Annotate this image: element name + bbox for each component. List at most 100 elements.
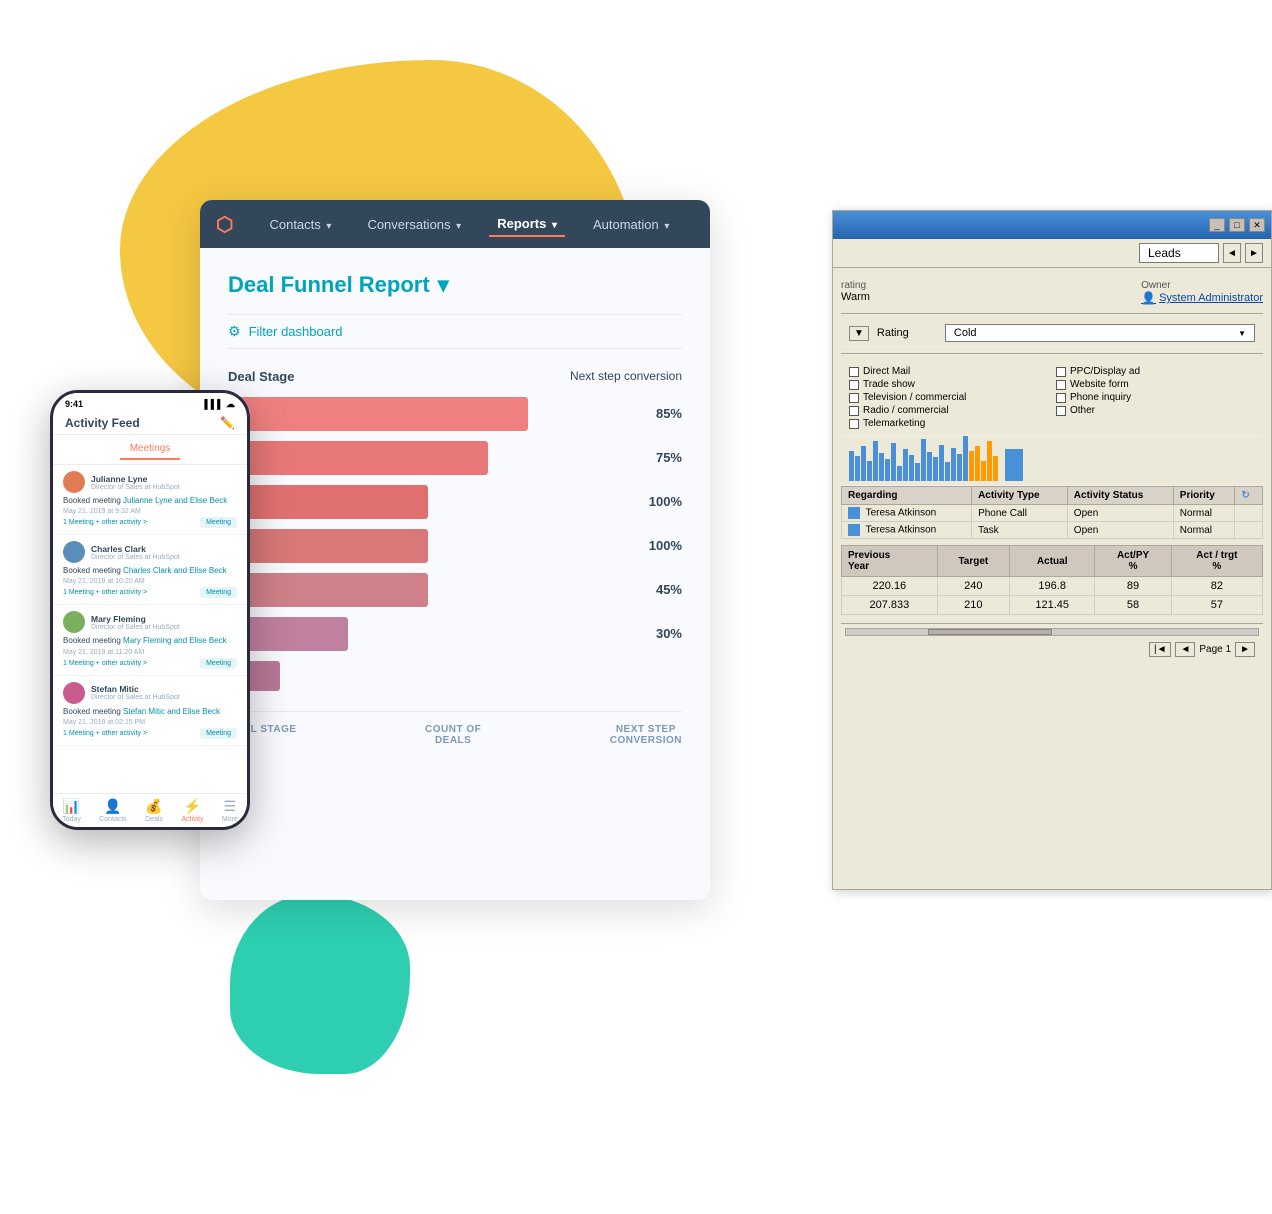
chart-bar-row-1: 80 85% [228, 397, 682, 431]
bar-wrap-7: 7 [228, 661, 628, 695]
nav-conversations[interactable]: Conversations ▾ [359, 213, 469, 236]
phone-nav-deals-label: Deals [145, 816, 163, 823]
checkbox-other[interactable]: Other [1056, 405, 1255, 416]
minichart-bar-12 [915, 463, 920, 481]
phone-edit-icon[interactable]: ✏️ [220, 416, 235, 430]
crm-body: rating Warm Owner 👤 System Administrator… [833, 268, 1271, 886]
checkbox-ppc[interactable]: PPC/Display ad [1056, 366, 1255, 377]
finance-row-1: 220.16 240 196.8 89 82 [842, 577, 1263, 596]
checkbox-input-1[interactable] [849, 367, 859, 377]
crm-horizontal-scrollbar[interactable] [841, 623, 1263, 639]
checkbox-input-6[interactable] [1056, 393, 1066, 403]
nav-reports[interactable]: Reports ▾ [489, 212, 565, 237]
crm-top-fields: rating Warm Owner 👤 System Administrator [841, 276, 1263, 313]
pagination-first[interactable]: |◄ [1149, 642, 1172, 657]
pagination-prev[interactable]: ◄ [1175, 642, 1195, 657]
feed-link-4[interactable]: Stefan Mitic and Elise Beck [123, 707, 220, 716]
checkbox-direct-mail[interactable]: Direct Mail [849, 366, 1048, 377]
report-title-dropdown-icon[interactable]: ▾ [438, 272, 449, 298]
bar-pct-4: 100% [636, 538, 682, 553]
finance-section: PreviousYear Target Actual Act/PY% Act /… [841, 545, 1263, 615]
maximize-button[interactable]: □ [1229, 218, 1245, 232]
phone-nav-more[interactable]: ☰ More [222, 798, 238, 823]
crm-checkboxes: Direct Mail PPC/Display ad Trade show We… [841, 360, 1263, 436]
feed-name-1: Julianne Lyne [91, 474, 180, 484]
rating-value-dropdown[interactable]: Cold ▼ [945, 324, 1255, 342]
checkbox-input-2[interactable] [1056, 367, 1066, 377]
phone-nav-deals[interactable]: 💰 Deals [145, 798, 163, 823]
phone-nav-today[interactable]: 📊 Today [62, 798, 81, 823]
checkbox-phone[interactable]: Phone inquiry [1056, 392, 1255, 403]
act-type-2: Task [972, 522, 1068, 539]
phone-nav-activity[interactable]: ⚡ Activity [181, 798, 203, 823]
phone-screen: 9:41 ▌▌▌ ☁ Activity Feed ✏️ Meetings Jul… [53, 393, 247, 827]
phone-tab-meetings[interactable]: Meetings [120, 439, 181, 460]
activities-col-refresh[interactable]: ↻ [1235, 487, 1263, 505]
checkbox-input-3[interactable] [849, 380, 859, 390]
deals-icon: 💰 [145, 798, 162, 815]
rating-value: Warm [841, 291, 870, 303]
leads-dropdown[interactable]: Leads [1139, 243, 1219, 263]
rating-select-arrow[interactable]: ▼ [849, 326, 869, 341]
chart-bar-row-7: 7 [228, 661, 682, 695]
crm-hscroll-thumb[interactable] [928, 629, 1052, 635]
feed-actions-1: 1 Meeting + other activity > Meeting [63, 517, 237, 528]
finance-col-actpy: Act/PY% [1095, 546, 1171, 577]
feed-link-2[interactable]: Charles Clark and Elise Beck [123, 566, 227, 575]
filter-bar[interactable]: ⚙ Filter dashboard [228, 314, 682, 349]
finance-col-prev: PreviousYear [842, 546, 938, 577]
checkbox-input-9[interactable] [849, 419, 859, 429]
feed-action-link-4[interactable]: 1 Meeting + other activity > [63, 730, 147, 737]
feed-text-4: Booked meeting Stefan Mitic and Elise Be… [63, 706, 237, 717]
minimize-button[interactable]: _ [1209, 218, 1225, 232]
bar-wrap-4: 51 [228, 529, 628, 563]
phone-nav-more-label: More [222, 816, 238, 823]
minichart-bar-o1 [969, 451, 974, 481]
hubspot-dashboard-panel: ⬡ Contacts ▾ Conversations ▾ Reports ▾ A… [200, 200, 710, 900]
dropdown-prev-btn[interactable]: ◄ [1223, 243, 1241, 263]
activities-row-1[interactable]: Teresa Atkinson Phone Call Open Normal [842, 505, 1263, 522]
checkbox-trade-show[interactable]: Trade show [849, 379, 1048, 390]
checkbox-telemarketing[interactable]: Telemarketing [849, 418, 1048, 429]
chart-bar-row-3: 51 100% [228, 485, 682, 519]
phone-nav-contacts[interactable]: 👤 Contacts [99, 798, 127, 823]
activities-row-2[interactable]: Teresa Atkinson Task Open Normal [842, 522, 1263, 539]
feed-role-1: Director of Sales at HubSpot [91, 484, 180, 491]
owner-value[interactable]: 👤 System Administrator [1141, 291, 1263, 305]
feed-name-role-2: Charles Clark Director of Sales at HubSp… [91, 544, 180, 561]
hubspot-content: Deal Funnel Report ▾ ⚙ Filter dashboard … [200, 248, 710, 900]
close-button[interactable]: ✕ [1249, 218, 1265, 232]
hubspot-logo: ⬡ [216, 212, 233, 237]
checkbox-radio[interactable]: Radio / commercial [849, 405, 1048, 416]
dropdown-next-btn[interactable]: ► [1245, 243, 1263, 263]
finance-prev-1: 220.16 [842, 577, 938, 596]
crm-separator-2 [841, 353, 1263, 354]
checkbox-input-7[interactable] [849, 406, 859, 416]
feed-action-link-2[interactable]: 1 Meeting + other activity > [63, 589, 147, 596]
feed-link-3[interactable]: Mary Fleming and Elise Beck [123, 636, 227, 645]
bar-wrap-2: 68 [228, 441, 628, 475]
feed-text-3: Booked meeting Mary Fleming and Elise Be… [63, 635, 237, 646]
feed-role-2: Director of Sales at HubSpot [91, 554, 180, 561]
nav-contacts[interactable]: Contacts ▾ [261, 213, 339, 236]
crm-rating-row: ▼ Rating Cold ▼ [841, 320, 1263, 347]
checkbox-input-8[interactable] [1056, 406, 1066, 416]
act-priority-1: Normal [1173, 505, 1235, 522]
crm-hscroll-track[interactable] [845, 628, 1259, 636]
nav-automation[interactable]: Automation ▾ [585, 213, 677, 236]
minichart-bar-13 [921, 439, 926, 481]
checkbox-television[interactable]: Television / commercial [849, 392, 1048, 403]
feed-action-link-1[interactable]: 1 Meeting + other activity > [63, 519, 147, 526]
minichart-bar-9 [897, 466, 902, 481]
checkbox-website-form[interactable]: Website form [1056, 379, 1255, 390]
checkbox-label-3: Trade show [863, 379, 915, 390]
checkbox-input-5[interactable] [849, 393, 859, 403]
feed-link-1[interactable]: Julianne Lyne and Elise Beck [123, 496, 227, 505]
feed-actions-2: 1 Meeting + other activity > Meeting [63, 587, 237, 598]
feed-name-2: Charles Clark [91, 544, 180, 554]
phone-mockup: 9:41 ▌▌▌ ☁ Activity Feed ✏️ Meetings Jul… [50, 390, 250, 830]
pagination-next[interactable]: ► [1235, 642, 1255, 657]
checkbox-input-4[interactable] [1056, 380, 1066, 390]
crm-panel: _ □ ✕ Leads ◄ ► rating Warm Owner 👤 Syst… [832, 210, 1272, 890]
feed-action-link-3[interactable]: 1 Meeting + other activity > [63, 660, 147, 667]
